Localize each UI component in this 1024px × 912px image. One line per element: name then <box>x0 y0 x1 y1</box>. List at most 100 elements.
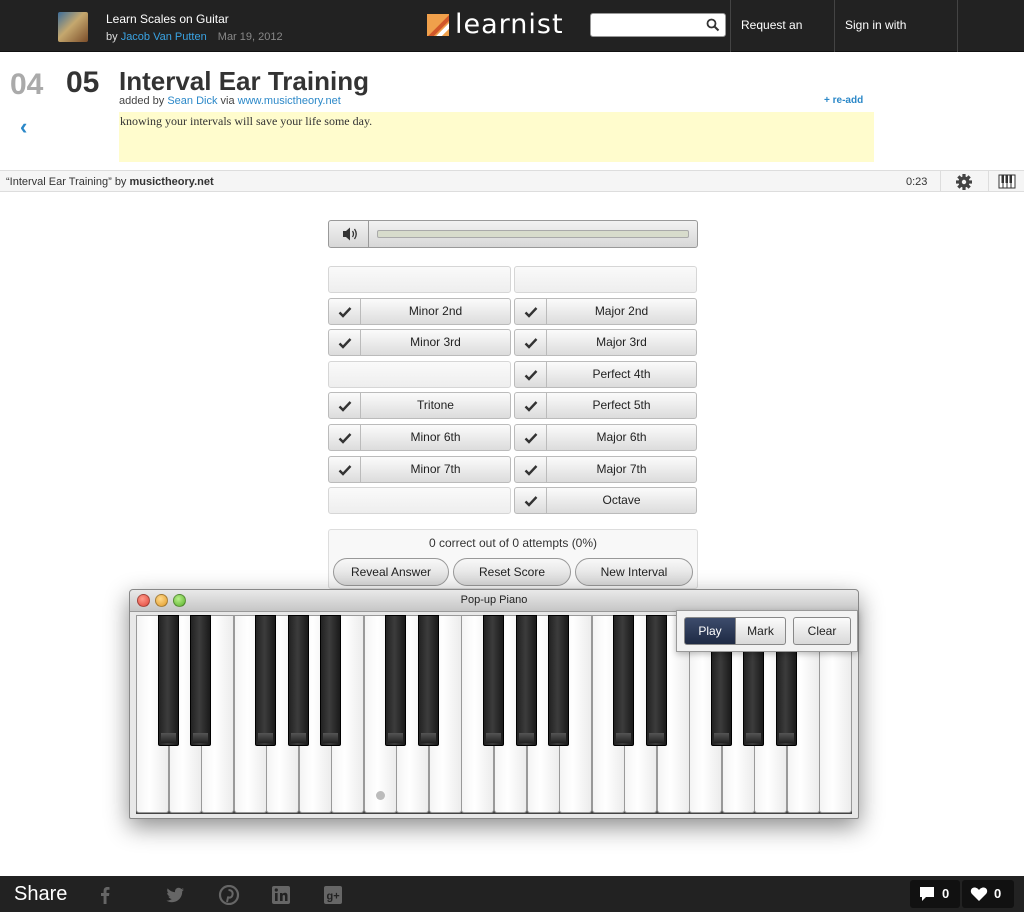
window-titlebar[interactable]: Pop-up Piano <box>130 590 858 612</box>
interval-answer-button[interactable]: Minor 7th <box>361 457 510 482</box>
playback-time: 0:23 <box>906 176 928 188</box>
piano-black-key[interactable] <box>385 615 407 746</box>
interval-answer-button[interactable]: Major 2nd <box>547 299 696 324</box>
interval-row: Major 7th <box>514 456 697 483</box>
logo-text: learnist <box>455 9 564 40</box>
interval-answer-button[interactable]: Minor 6th <box>361 425 510 450</box>
reveal-answer-button[interactable]: Reveal Answer <box>333 558 449 586</box>
checkmark-icon <box>524 307 538 318</box>
source-quoted-title: “Interval Ear Training” by <box>6 176 127 188</box>
pinterest-icon[interactable] <box>218 885 240 905</box>
interval-answer-button[interactable]: Major 7th <box>547 457 696 482</box>
middle-c-marker <box>375 791 385 800</box>
piano-black-key[interactable] <box>613 615 635 746</box>
interval-checkbox[interactable] <box>515 393 547 418</box>
added-by-user-link[interactable]: Sean Dick <box>167 95 217 107</box>
board-by-label: by <box>106 31 118 43</box>
interval-checkbox[interactable] <box>515 299 547 324</box>
interval-checkbox[interactable] <box>515 362 547 387</box>
clear-button[interactable]: Clear <box>793 617 851 645</box>
interval-row: Minor 7th <box>328 456 511 483</box>
post-attribution: added by Sean Dick via www.musictheory.n… <box>119 95 341 107</box>
window-title: Pop-up Piano <box>460 594 528 606</box>
interval-checkbox[interactable] <box>329 299 361 324</box>
checkmark-icon <box>338 433 352 444</box>
interval-answer-button[interactable]: Minor 2nd <box>361 299 510 324</box>
previous-item-number[interactable]: 04 <box>10 68 43 102</box>
current-item-number: 05 <box>66 66 100 99</box>
piano-black-key[interactable] <box>190 615 212 746</box>
interval-answer-button[interactable]: Perfect 5th <box>547 393 696 418</box>
interval-answer-button[interactable]: Major 6th <box>547 425 696 450</box>
checkmark-icon <box>338 465 352 476</box>
board-author-link[interactable]: Jacob Van Putten <box>121 31 207 43</box>
board-thumbnail[interactable] <box>58 12 88 42</box>
interval-answer-button[interactable]: Tritone <box>361 393 510 418</box>
interval-answer-button[interactable]: Octave <box>547 488 696 513</box>
google-plus-icon[interactable]: g+ <box>322 885 344 905</box>
piano-black-key[interactable] <box>483 615 504 746</box>
comment-bubble-icon <box>920 887 934 901</box>
search-input[interactable] <box>590 13 726 37</box>
popup-piano-window: Pop-up Piano Play Mark Clear <box>129 589 859 819</box>
interval-row: Minor 6th <box>328 424 511 451</box>
request-invite-link[interactable]: Request an Invite <box>730 0 834 82</box>
interval-checkbox[interactable] <box>515 425 547 450</box>
board-title[interactable]: Learn Scales on Guitar <box>106 12 229 26</box>
checkmark-icon <box>524 465 538 476</box>
piano-black-key[interactable] <box>287 615 309 746</box>
interval-answer-button[interactable]: Major 3rd <box>547 330 696 355</box>
interval-checkbox[interactable] <box>515 330 547 355</box>
gear-icon[interactable] <box>940 171 988 192</box>
piano-black-key[interactable] <box>515 615 537 746</box>
piano-black-key[interactable] <box>320 615 342 746</box>
source-site-link[interactable]: www.musictheory.net <box>238 95 341 107</box>
comments-counter[interactable]: 0 <box>910 880 960 908</box>
piano-icon[interactable] <box>988 171 1024 192</box>
post-header: 04 ‹ 05 Interval Ear Training added by S… <box>0 52 1024 170</box>
linkedin-icon[interactable] <box>270 885 292 905</box>
previous-arrow-icon[interactable]: ‹ <box>20 114 27 140</box>
search-icon[interactable] <box>706 18 720 32</box>
interval-checkbox[interactable] <box>329 457 361 482</box>
board-byline: by Jacob Van Putten Mar 19, 2012 <box>106 31 283 43</box>
audio-progress-bar[interactable] <box>377 230 689 238</box>
source-site-name: musictheory.net <box>129 176 214 188</box>
piano-black-key[interactable] <box>157 615 179 746</box>
mark-mode-button[interactable]: Mark <box>736 617 786 645</box>
interval-row: Major 2nd <box>514 298 697 325</box>
interval-row: Minor 2nd <box>328 298 511 325</box>
sign-in-facebook-link[interactable]: Sign in with Facebook <box>834 0 958 82</box>
interval-blank-cell <box>328 361 511 388</box>
reset-score-button[interactable]: Reset Score <box>453 558 571 586</box>
interval-checkbox[interactable] <box>515 457 547 482</box>
interval-answer-button[interactable]: Minor 3rd <box>361 330 510 355</box>
interval-row: Minor 3rd <box>328 329 511 356</box>
interval-checkbox[interactable] <box>329 425 361 450</box>
piano-black-key[interactable] <box>255 615 277 746</box>
interval-checkbox[interactable] <box>329 393 361 418</box>
piano-black-key[interactable] <box>417 615 439 746</box>
interval-checkbox[interactable] <box>515 488 547 513</box>
speaker-button[interactable] <box>329 221 369 247</box>
interval-checkbox[interactable] <box>329 330 361 355</box>
facebook-icon[interactable] <box>94 885 116 905</box>
via-label: via <box>220 95 235 107</box>
twitter-icon[interactable] <box>164 885 186 905</box>
checkmark-icon <box>524 401 538 412</box>
piano-black-key[interactable] <box>548 615 570 746</box>
new-interval-button[interactable]: New Interval <box>575 558 693 586</box>
piano-black-key[interactable] <box>645 615 667 746</box>
checkmark-icon <box>524 496 538 507</box>
top-navigation-bar: Learn Scales on Guitar by Jacob Van Putt… <box>0 0 1024 82</box>
interval-answer-button[interactable]: Perfect 4th <box>547 362 696 387</box>
likes-counter[interactable]: 0 <box>962 880 1014 908</box>
logo-mark-icon <box>427 14 449 36</box>
play-mode-button[interactable]: Play <box>684 617 736 645</box>
checkmark-icon <box>524 370 538 381</box>
svg-text:g+: g+ <box>327 891 340 903</box>
readd-button[interactable]: + re-add <box>824 95 863 106</box>
interval-row: Octave <box>514 487 697 514</box>
heart-icon <box>970 887 988 901</box>
learnist-logo[interactable]: learnist <box>427 10 564 40</box>
